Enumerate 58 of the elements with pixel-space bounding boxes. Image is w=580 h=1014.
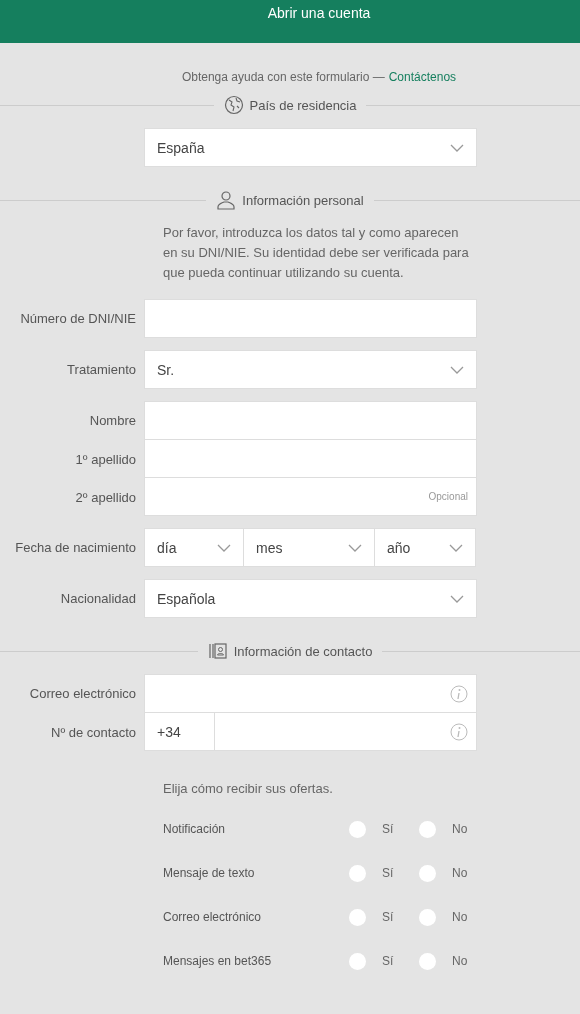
- person-icon: [216, 190, 237, 210]
- radio-button[interactable]: [349, 864, 366, 882]
- optional-hint: Opcional: [428, 491, 468, 502]
- radio-label: No: [452, 866, 468, 880]
- dropdown[interactable]: Española: [144, 579, 477, 618]
- dropdown[interactable]: mes: [243, 528, 375, 567]
- section-title: País de residencia: [249, 97, 357, 113]
- section-title: Información de contacto: [233, 643, 373, 659]
- radio-button[interactable]: [419, 952, 436, 970]
- field-label: Tratamiento: [67, 362, 136, 377]
- field-label: 1º apellido: [75, 451, 136, 467]
- radio-label: Sí: [382, 866, 394, 880]
- contact-link[interactable]: Contáctenos: [388, 70, 457, 84]
- chevron-down-icon: [450, 143, 464, 152]
- instruction-text: Por favor, introduzca los datos tal y como aparecen en su DNI/NIE. Su identidad debe ser verificada para que pueda continuar utilizando su cuenta.: [163, 224, 470, 282]
- input-field[interactable]: [144, 439, 477, 478]
- field-label: Correo electrónico: [29, 686, 136, 701]
- radio-button[interactable]: [419, 820, 436, 838]
- page-title: Abrir una cuenta: [267, 5, 371, 22]
- radio-button[interactable]: [349, 952, 366, 970]
- radio-label: No: [452, 822, 468, 836]
- option-label: Correo electrónico: [163, 910, 263, 924]
- section-title: Información personal: [242, 192, 364, 208]
- radio-label: No: [452, 910, 468, 924]
- input-field[interactable]: [144, 674, 477, 713]
- radio-button[interactable]: [349, 908, 366, 926]
- field-label: Número de DNI/NIE: [20, 311, 136, 326]
- radio-button[interactable]: [349, 820, 366, 838]
- contact-card-icon: [207, 641, 228, 661]
- input-field[interactable]: +34: [144, 712, 477, 751]
- radio-label: No: [452, 954, 468, 968]
- instruction-text: Elija cómo recibir sus ofertas.: [163, 780, 334, 798]
- option-label: Mensajes en bet365: [163, 954, 273, 968]
- option-label: Notificación: [163, 822, 227, 836]
- input-field[interactable]: [144, 401, 477, 440]
- dropdown[interactable]: Sr.: [144, 350, 477, 389]
- dropdown[interactable]: día: [144, 528, 244, 567]
- chevron-down-icon: [217, 543, 231, 552]
- radio-button[interactable]: [419, 908, 436, 926]
- field-label: 2º apellido: [75, 489, 136, 505]
- globe-icon: [223, 95, 244, 115]
- field-label: Fecha de nacimiento: [15, 540, 136, 555]
- dropdown[interactable]: año: [374, 528, 476, 567]
- field-label: Nacionalidad: [60, 591, 136, 606]
- chevron-down-icon: [450, 594, 464, 603]
- option-label: Mensaje de texto: [163, 866, 256, 880]
- radio-button[interactable]: [419, 864, 436, 882]
- chevron-down-icon: [449, 543, 463, 552]
- field-label: Nombre: [89, 413, 136, 428]
- help-text: Obtenga ayuda con este formulario —: [181, 70, 385, 84]
- dropdown[interactable]: España: [144, 128, 477, 167]
- field-label: Nº de contacto: [51, 724, 136, 740]
- chevron-down-icon: [348, 543, 362, 552]
- radio-label: Sí: [382, 910, 394, 924]
- radio-label: Sí: [382, 954, 394, 968]
- radio-label: Sí: [382, 822, 394, 836]
- chevron-down-icon: [450, 365, 464, 374]
- input-field[interactable]: [144, 299, 477, 338]
